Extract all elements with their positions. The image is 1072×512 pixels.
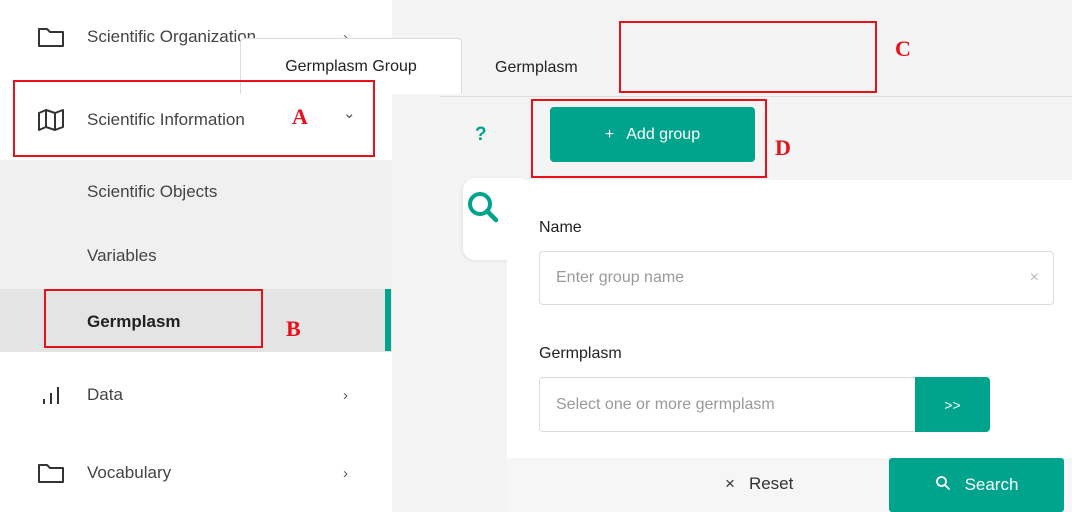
search-label: Search xyxy=(964,475,1019,494)
germplasm-field-label: Germplasm xyxy=(539,345,622,362)
annotation-label-a: A xyxy=(292,104,308,129)
sidebar-subitem-variables[interactable]: Variables xyxy=(0,246,392,270)
reset-label: Reset xyxy=(748,474,794,493)
germplasm-placeholder: Select one or more germplasm xyxy=(556,395,775,413)
bar-chart-icon xyxy=(36,382,66,408)
annotation-box-d xyxy=(531,99,767,178)
close-icon: × xyxy=(725,474,735,493)
sidebar-subitem-label: Variables xyxy=(87,246,157,265)
tab-germplasm[interactable]: Germplasm xyxy=(495,59,578,77)
search-button[interactable]: Search xyxy=(889,458,1064,512)
sidebar-subitem-scientific-objects[interactable]: Scientific Objects xyxy=(0,182,392,206)
reset-button[interactable]: × Reset xyxy=(725,474,793,494)
germplasm-select-button-label: >> xyxy=(944,396,961,413)
name-placeholder: Enter group name xyxy=(556,269,685,286)
active-indicator xyxy=(385,289,391,351)
group-name-input[interactable]: Enter group name × xyxy=(539,251,1054,305)
annotation-label-b: B xyxy=(286,316,301,341)
search-icon xyxy=(935,475,951,496)
chevron-right-icon: › xyxy=(343,464,348,482)
sidebar-item-label: Data xyxy=(87,385,123,404)
germplasm-select-button[interactable]: >> xyxy=(915,377,990,432)
sidebar-item-label: Vocabulary xyxy=(87,463,172,482)
clear-icon[interactable]: × xyxy=(1030,269,1039,287)
sidebar-subitem-label: Scientific Objects xyxy=(87,182,218,201)
annotation-box-b xyxy=(44,289,263,348)
folder-icon xyxy=(36,460,66,486)
annotation-label-d: D xyxy=(775,135,791,160)
germplasm-select-input[interactable]: Select one or more germplasm xyxy=(539,377,917,432)
tab-label: Germplasm Group xyxy=(285,57,417,75)
sidebar-item-label: Scientific Organization xyxy=(87,27,257,46)
search-icon xyxy=(466,190,500,229)
sidebar-item-data[interactable]: Data › xyxy=(0,380,392,410)
annotation-label-c: C xyxy=(895,36,911,61)
sidebar-item-vocabulary[interactable]: Vocabulary › xyxy=(0,458,392,488)
annotation-box-c xyxy=(619,21,877,93)
tab-divider xyxy=(440,96,1072,97)
name-field-label: Name xyxy=(539,219,582,236)
help-icon[interactable]: ? xyxy=(475,124,487,146)
annotation-box-a xyxy=(13,80,375,157)
chevron-right-icon: › xyxy=(343,386,348,404)
folder-icon xyxy=(36,24,66,50)
